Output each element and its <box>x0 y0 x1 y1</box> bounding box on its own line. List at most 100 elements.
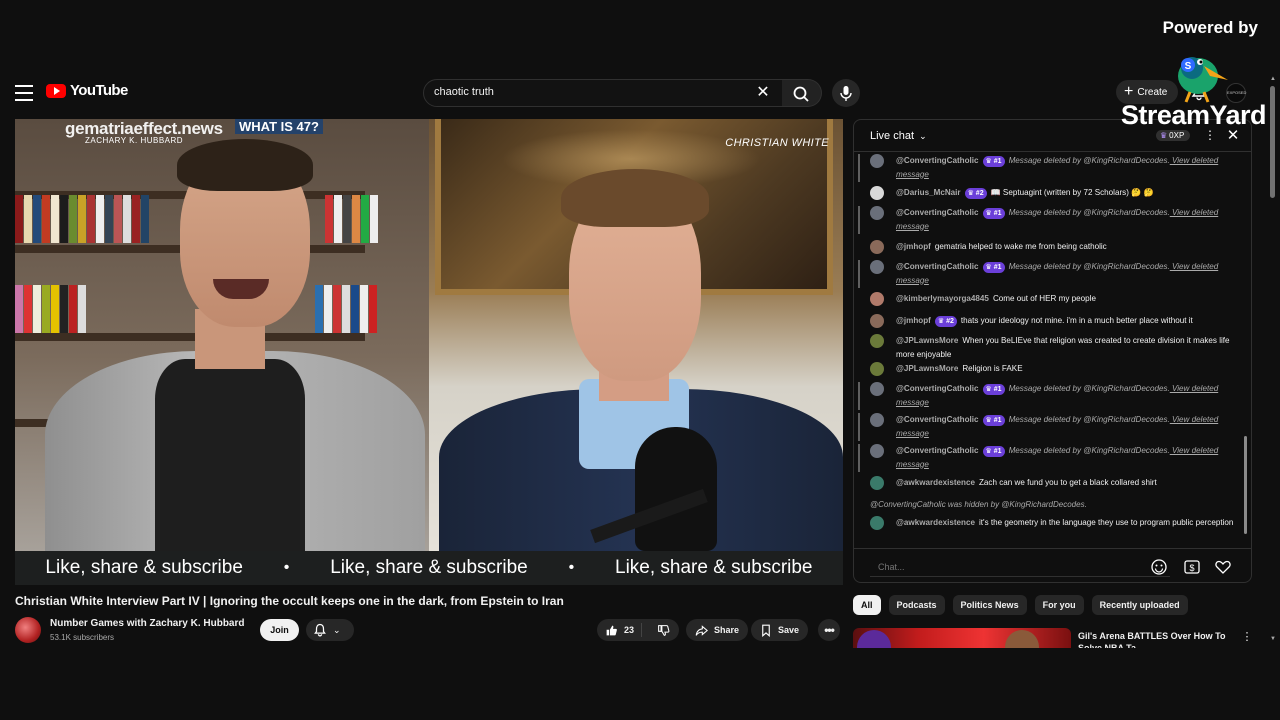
chat-message[interactable]: @ConvertingCatholic ♛ #1 Message deleted b… <box>858 260 1238 288</box>
chat-message[interactable]: @ConvertingCatholic ♛ #1 Message deleted b… <box>858 206 1238 234</box>
chat-author-name[interactable]: @ConvertingCatholic <box>896 262 979 271</box>
chat-author-avatar[interactable] <box>870 362 884 376</box>
chat-author-name[interactable]: @JPLawnsMore <box>896 336 958 345</box>
thumbs-up-icon <box>606 625 617 635</box>
chat-message-body: @JPLawnsMore Religion is FAKE <box>896 362 1236 376</box>
chat-author-avatar[interactable] <box>870 444 884 458</box>
chat-message[interactable]: @awkwardexistence it's the geometry in th… <box>860 516 1240 534</box>
recommended-title[interactable]: Gil's Arena BATTLES Over How To Solve NB… <box>1078 630 1228 648</box>
chat-message[interactable]: @ConvertingCatholic ♛ #1 Message deleted b… <box>858 382 1238 410</box>
guest-name-tag: CHRISTIAN WHITE <box>725 137 829 149</box>
chat-message[interactable]: @jmhopf gematria helped to wake me from b… <box>860 240 1240 258</box>
member-rank-badge: ♛ #1 <box>982 156 1005 167</box>
chat-author-name[interactable]: @awkwardexistence <box>896 478 975 487</box>
member-rank-badge: ♛ #1 <box>982 208 1005 219</box>
chat-message[interactable]: @Darius_McNair ♛ #2 📖 Septuagint (written … <box>860 186 1240 204</box>
chat-author-avatar[interactable] <box>870 260 884 274</box>
masthead: YouTube ✕ + Create EXPOSED <box>0 68 1280 116</box>
chip-politics-news[interactable]: Politics News <box>952 595 1027 615</box>
chat-author-avatar[interactable] <box>870 516 884 530</box>
chat-author-avatar[interactable] <box>870 314 884 328</box>
chat-author-avatar[interactable] <box>870 154 884 168</box>
emoji-icon[interactable] <box>1150 558 1168 576</box>
chat-author-name[interactable]: @awkwardexistence <box>896 518 975 527</box>
filter-chips: All Podcasts Politics News For you Recen… <box>853 595 1188 615</box>
save-label: Save <box>778 625 800 635</box>
chat-author-avatar[interactable] <box>870 413 884 427</box>
chat-message[interactable]: @jmhopf ♛ #2 thats your ideology not mine.… <box>860 314 1240 332</box>
chat-message-text: Message deleted by @KingRichardDecodes. <box>1008 446 1170 455</box>
channel-name[interactable]: Number Games with Zachary K. Hubbard <box>50 618 245 629</box>
scroll-down-arrow-icon[interactable]: ▼ <box>1268 636 1278 644</box>
chat-author-name[interactable]: @ConvertingCatholic <box>896 384 979 393</box>
chat-message[interactable]: @JPLawnsMore When you BeLIEve that religi… <box>860 334 1240 359</box>
save-button[interactable]: Save <box>751 619 809 641</box>
super-chat-dollar-icon[interactable]: $ <box>1183 558 1201 576</box>
chat-message[interactable]: @kimberlymayorga4845 Come out of HER my p… <box>860 292 1240 310</box>
chat-mode-selector[interactable]: Live chat ⌄ <box>870 130 927 142</box>
search-input[interactable] <box>434 86 734 98</box>
like-dislike-group: 23 <box>597 619 679 641</box>
chat-author-name[interactable]: @ConvertingCatholic <box>896 208 979 217</box>
dislike-button[interactable] <box>648 624 679 637</box>
recommended-thumbnail[interactable] <box>853 628 1071 648</box>
more-actions-button[interactable]: ••• <box>818 619 840 641</box>
member-rank-badge: ♛ #1 <box>982 415 1005 426</box>
chat-author-avatar[interactable] <box>870 292 884 306</box>
youtube-play-icon <box>46 83 66 98</box>
chat-message[interactable]: @ConvertingCatholic ♛ #1 Message deleted b… <box>858 444 1238 472</box>
svg-text:$: $ <box>1189 563 1194 573</box>
chat-message-text: thats your ideology not mine. i'm in a m… <box>960 316 1193 325</box>
chat-message-text: Message deleted by @KingRichardDecodes. <box>1008 208 1170 217</box>
scroll-up-arrow-icon[interactable]: ▲ <box>1268 76 1278 84</box>
chat-author-name[interactable]: @jmhopf <box>896 242 931 251</box>
gematria-effect-sublabel: ZACHARY K. HUBBARD <box>85 136 184 145</box>
chat-author-name[interactable]: @ConvertingCatholic <box>896 415 979 424</box>
chip-for-you[interactable]: For you <box>1034 595 1084 615</box>
chat-author-avatar[interactable] <box>870 206 884 220</box>
chat-message[interactable]: @ConvertingCatholic ♛ #1 Message deleted b… <box>858 413 1238 441</box>
channel-avatar[interactable] <box>15 617 41 643</box>
chat-message-text: Message deleted by @KingRichardDecodes. <box>1008 156 1170 165</box>
chat-input[interactable] <box>870 557 1170 577</box>
chat-author-name[interactable]: @ConvertingCatholic <box>896 446 979 455</box>
search-button[interactable] <box>782 79 822 107</box>
chat-scrollbar[interactable] <box>1244 436 1247 534</box>
like-button[interactable]: 23 <box>597 623 642 637</box>
video-title: Christian White Interview Part IV | Igno… <box>15 594 564 608</box>
streamyard-duck-logo-icon: S <box>1178 57 1228 103</box>
chat-author-name[interactable]: @ConvertingCatholic <box>896 156 979 165</box>
youtube-logo[interactable]: YouTube <box>46 82 128 99</box>
chat-message[interactable]: @awkwardexistence Zach can we fund you to… <box>860 476 1240 494</box>
chat-author-name[interactable]: @Darius_McNair <box>896 188 961 197</box>
chat-message[interactable]: @JPLawnsMore Religion is FAKE <box>860 362 1240 380</box>
join-button[interactable]: Join <box>260 619 299 641</box>
chat-message-body: @ConvertingCatholic ♛ #1 Message deleted b… <box>896 206 1236 233</box>
chat-message-body: @ConvertingCatholic ♛ #1 Message deleted b… <box>896 444 1236 471</box>
chat-author-name[interactable]: @jmhopf <box>896 316 931 325</box>
member-rank-badge: ♛ #2 <box>934 316 957 327</box>
clear-search-icon[interactable]: ✕ <box>754 84 772 102</box>
video-player[interactable]: gematriaeffect.news ZACHARY K. HUBBARD W… <box>15 119 843 585</box>
chip-all[interactable]: All <box>853 595 881 615</box>
voice-search-button[interactable] <box>832 79 860 107</box>
chat-author-name[interactable]: @kimberlymayorga4845 <box>896 294 989 303</box>
share-button[interactable]: Share <box>686 619 749 641</box>
menu-icon[interactable] <box>12 80 36 104</box>
chat-message[interactable]: @ConvertingCatholic ♛ #1 Message deleted b… <box>858 154 1238 182</box>
chat-author-avatar[interactable] <box>870 382 884 396</box>
chat-message-text: Come out of HER my people <box>992 294 1096 303</box>
chip-recently-uploaded[interactable]: Recently uploaded <box>1091 595 1188 615</box>
chat-author-avatar[interactable] <box>870 186 884 200</box>
page-scrollbar-thumb[interactable] <box>1270 86 1275 198</box>
subscribed-notifications-button[interactable]: ⌄ <box>306 619 354 641</box>
chat-author-avatar[interactable] <box>870 240 884 254</box>
more-vertical-icon[interactable]: ⋮ <box>1240 630 1254 644</box>
banner-separator-2: • <box>568 559 575 576</box>
chip-podcasts[interactable]: Podcasts <box>888 595 945 615</box>
chat-author-avatar[interactable] <box>870 334 884 348</box>
heart-icon[interactable] <box>1214 558 1232 576</box>
chat-author-avatar[interactable] <box>870 476 884 490</box>
subscriber-count: 53.1K subscribers <box>50 633 115 642</box>
chat-author-name[interactable]: @JPLawnsMore <box>896 364 958 373</box>
